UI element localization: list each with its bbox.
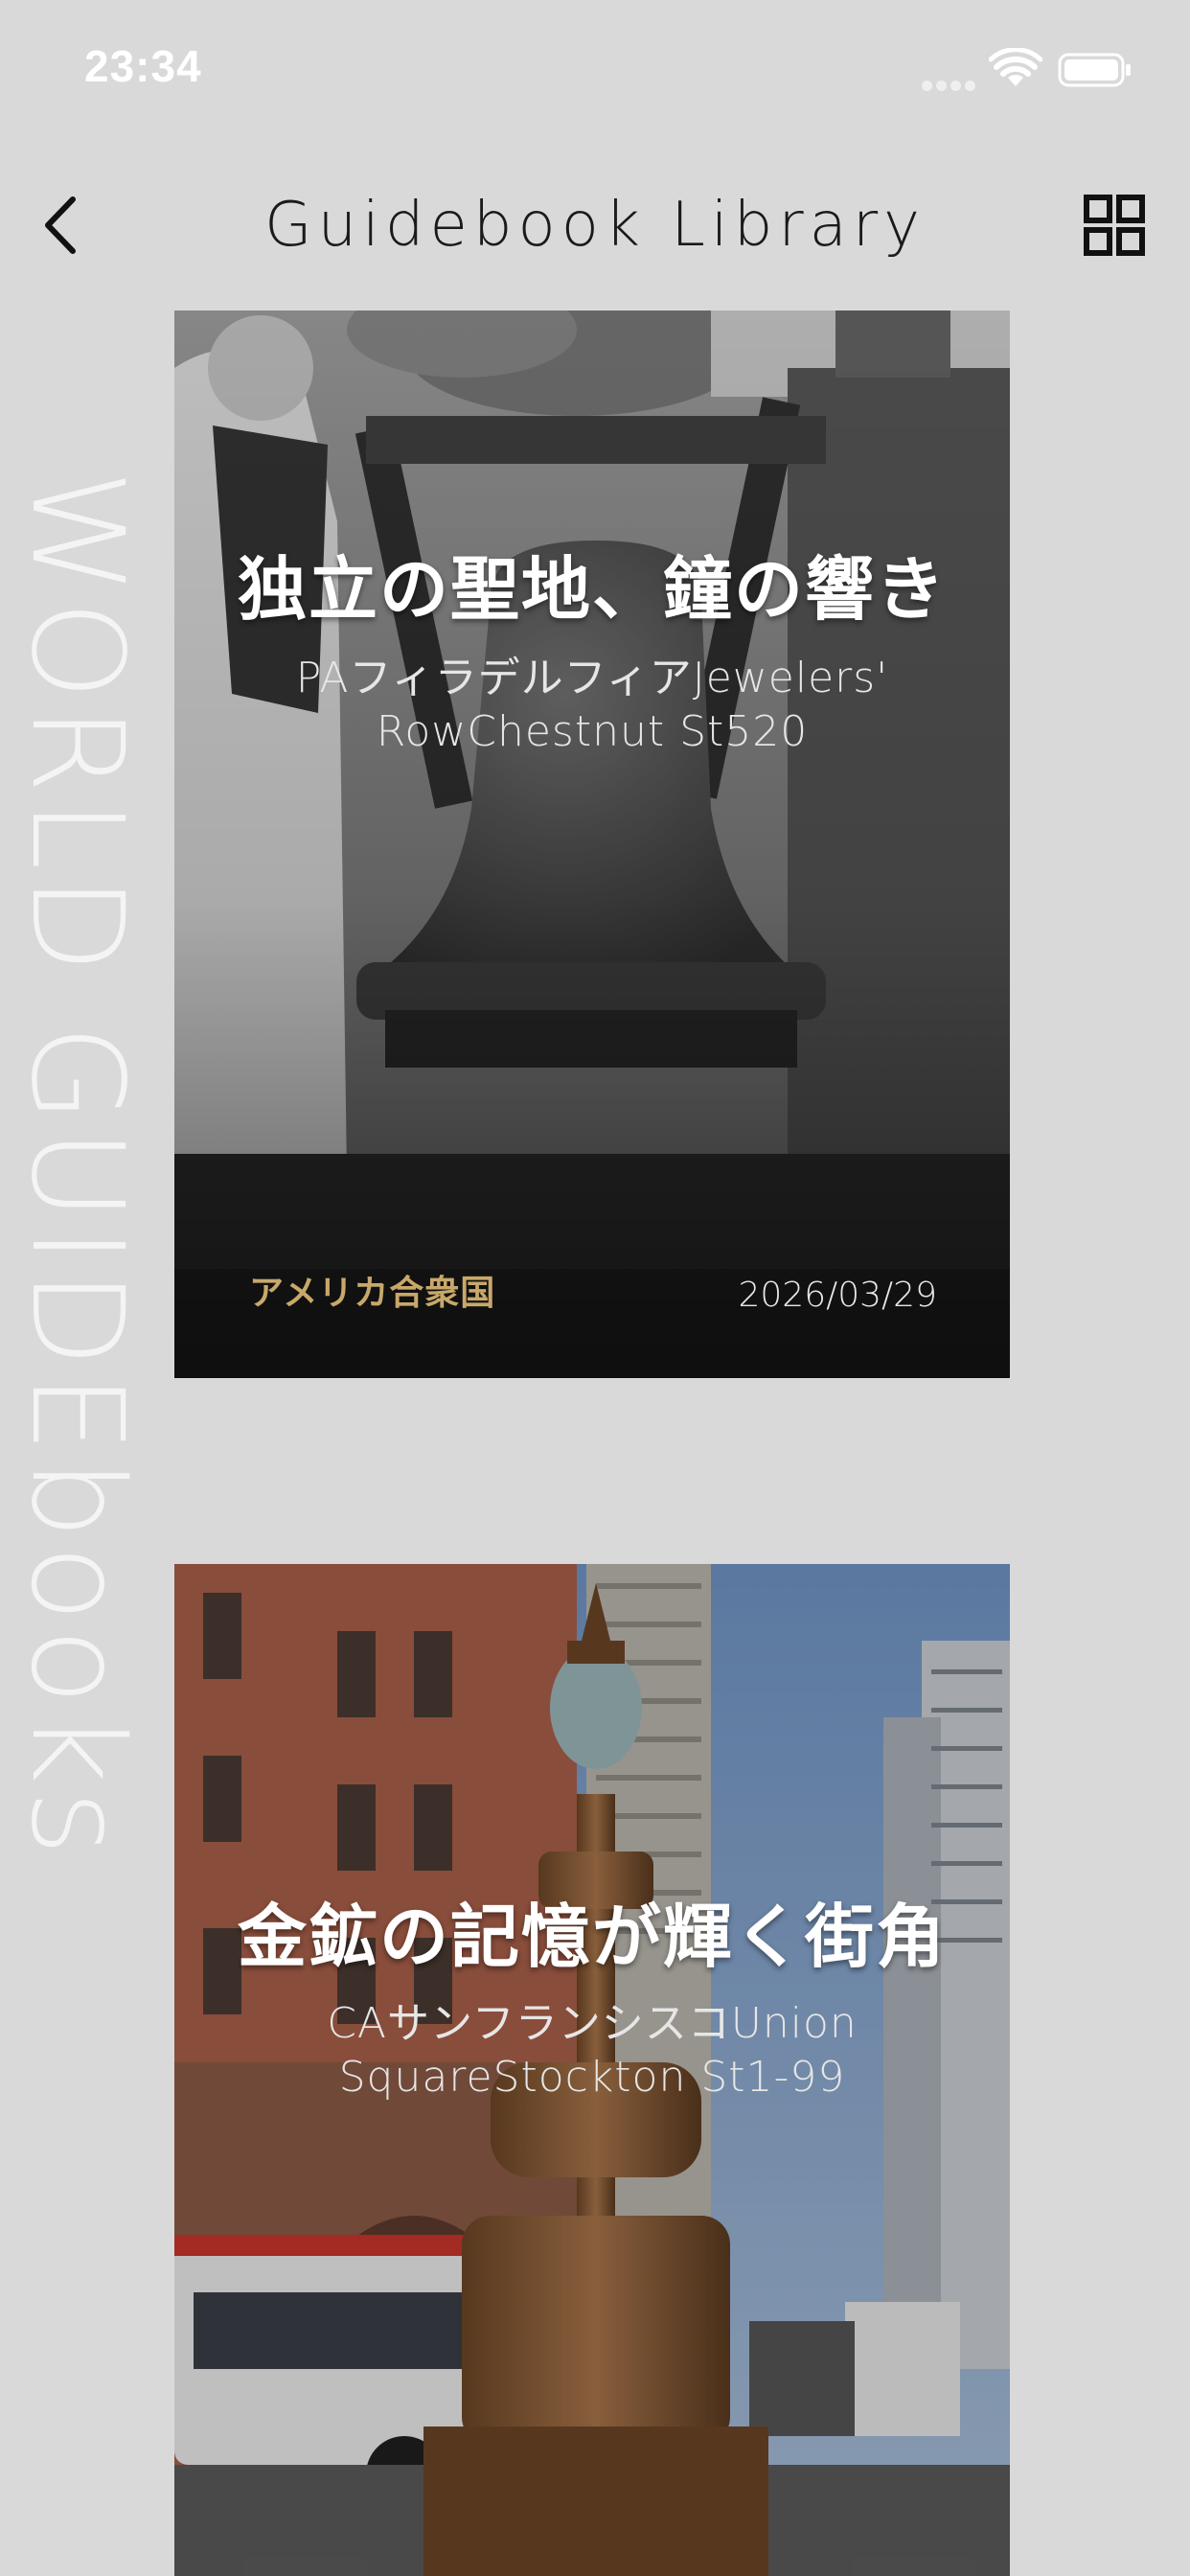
guidebook-address: PAフィラデルフィアJewelers' RowChestnut St520 [261,652,924,759]
wifi-icon [989,48,1042,86]
guidebook-address: CAサンフランシスコUnion SquareStockton St1-99 [261,1997,924,2104]
status-time: 23:34 [84,41,202,91]
world-guidebooks-watermark: WORLD GUIDEbooks [3,470,150,1862]
guidebook-card[interactable]: 独立の聖地、鐘の響き PAフィラデルフィアJewelers' RowChestn… [174,310,1010,1378]
grid-view-button[interactable] [1083,194,1146,257]
guidebook-card[interactable]: 金鉱の記憶が輝く街角 CAサンフランシスコUnion SquareStockto… [174,1564,1010,2576]
guidebook-title: 独立の聖地、鐘の響き [237,549,947,630]
address-line: PAフィラデルフィアJewelers' [295,654,889,702]
liberty-bell-photo [174,310,1010,1378]
page-title: Guidebook Library [263,190,927,261]
address-line: SquareStockton St1-99 [338,2053,846,2102]
guidebook-date: 2026/03/29 [738,1276,938,1315]
status-bar: 23:34 [0,0,1190,144]
header: Guidebook Library [0,172,1190,278]
address-line: RowChestnut St520 [376,707,809,756]
guidebook-country: アメリカ合衆国 [249,1274,496,1313]
signal-dots-icon [922,77,979,91]
battery-icon [1058,53,1131,87]
address-line: CAサンフランシスコUnion [327,1999,858,2048]
grid-view-icon [1084,195,1145,256]
guidebook-title: 金鉱の記憶が輝く街角 [237,1897,947,1977]
